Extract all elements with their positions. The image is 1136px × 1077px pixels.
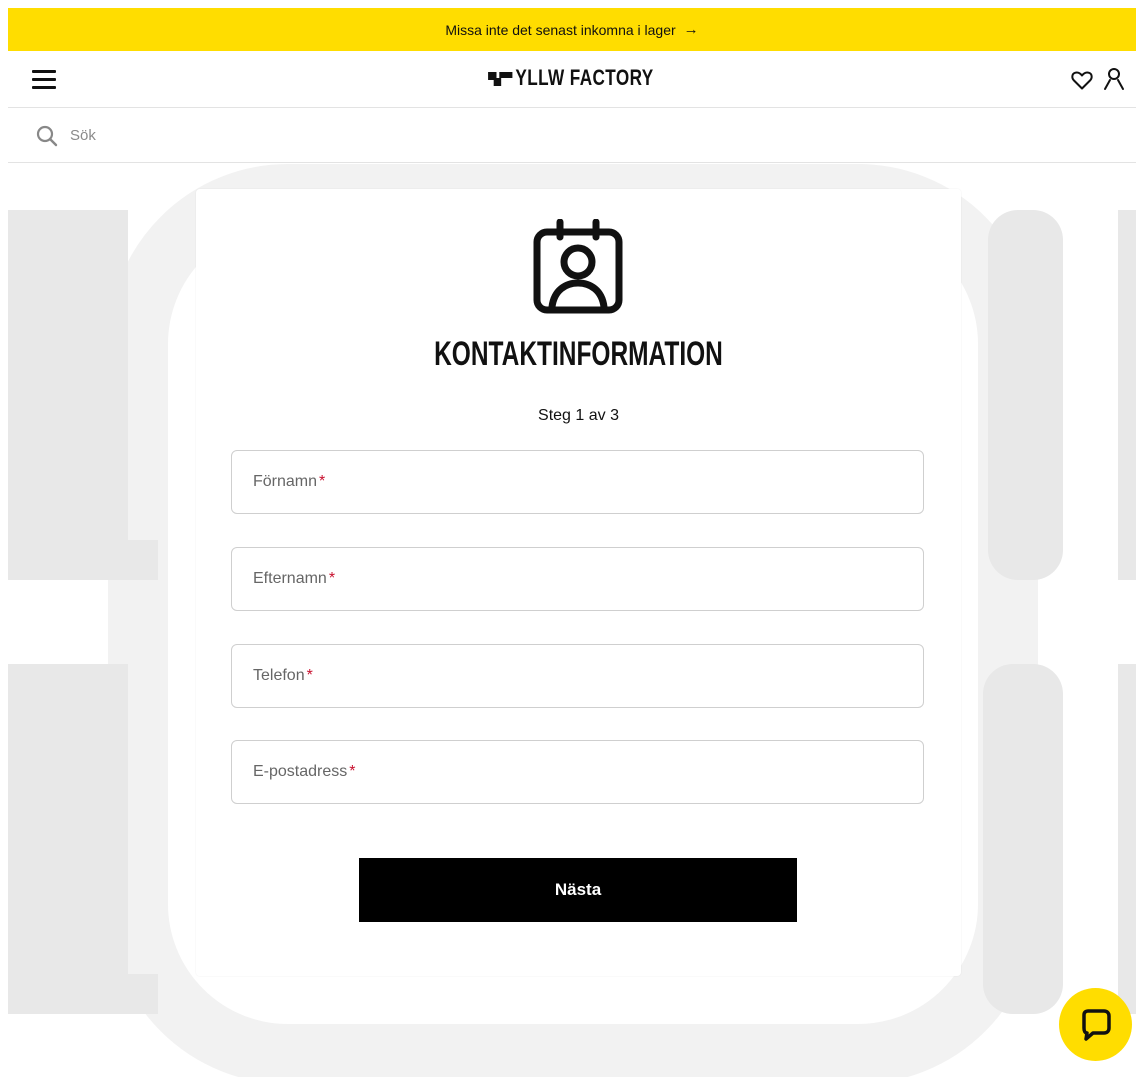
search-input[interactable] xyxy=(70,127,470,144)
form-title: KONTAKTINFORMATION xyxy=(434,335,723,373)
required-marker: * xyxy=(319,473,326,490)
announcement-bar[interactable]: Missa inte det senast inkomna i lager → xyxy=(8,8,1136,51)
phone-field[interactable]: Telefon * xyxy=(231,644,924,708)
hamburger-menu-icon[interactable] xyxy=(32,70,56,90)
search-bar xyxy=(8,109,1136,163)
site-header: YLLW FACTORY xyxy=(8,51,1136,108)
contact-form-card: KONTAKTINFORMATION Steg 1 av 3 Förnamn * … xyxy=(196,189,961,976)
user-icon[interactable] xyxy=(1103,67,1125,91)
last-name-field[interactable]: Efternamn * xyxy=(231,547,924,611)
logo-mark-icon xyxy=(488,68,513,88)
contact-card-icon xyxy=(533,219,623,314)
arrow-right-icon: → xyxy=(683,21,699,38)
site-logo[interactable]: YLLW FACTORY xyxy=(132,65,1012,91)
logo-text: YLLW FACTORY xyxy=(515,65,654,90)
announcement-text: Missa inte det senast inkomna i lager xyxy=(445,21,676,38)
field-label: Telefon xyxy=(253,667,305,684)
step-indicator: Steg 1 av 3 xyxy=(538,407,619,424)
field-label: E-postadress xyxy=(253,763,348,780)
chat-bubble-icon xyxy=(1081,1008,1111,1041)
field-label: Förnamn xyxy=(253,473,318,490)
next-button[interactable]: Nästa xyxy=(359,858,797,922)
chat-button[interactable] xyxy=(1059,988,1132,1061)
field-label: Efternamn xyxy=(253,570,327,587)
first-name-field[interactable]: Förnamn * xyxy=(231,450,924,514)
required-marker: * xyxy=(306,667,313,684)
search-icon[interactable] xyxy=(36,125,58,147)
heart-icon[interactable] xyxy=(1070,68,1094,92)
email-field[interactable]: E-postadress * xyxy=(231,740,924,804)
required-marker: * xyxy=(349,763,356,780)
required-marker: * xyxy=(328,570,336,587)
